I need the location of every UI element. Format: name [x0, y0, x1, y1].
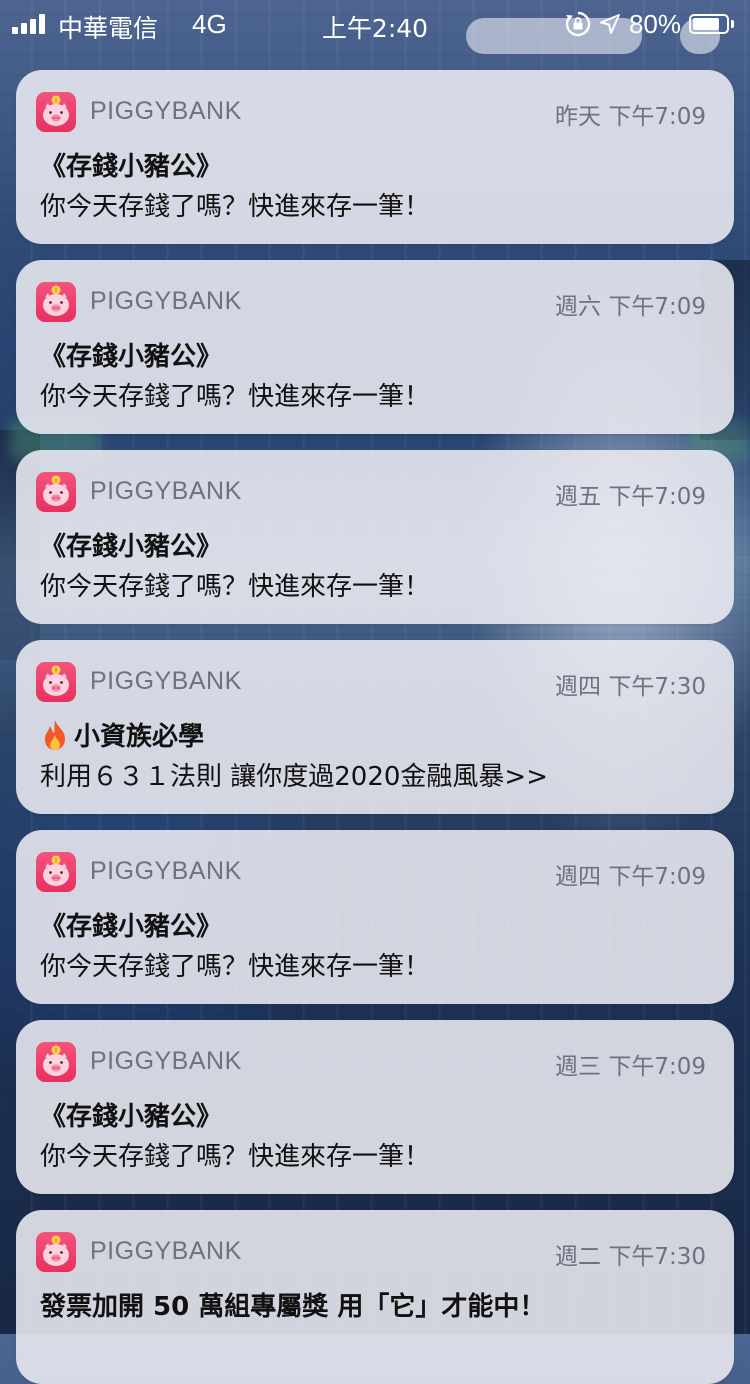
piggybank-app-icon [36, 852, 76, 892]
notification-title: 《存錢小豬公》 [40, 146, 710, 183]
notification-card[interactable]: PIGGYBANK 週四 下午7:30 小資族必學 利用６３１法則 讓你度過20… [16, 640, 734, 814]
notification-header: PIGGYBANK 週二 下午7:30 [36, 1230, 706, 1274]
piggybank-app-icon [36, 1042, 76, 1082]
notification-title-text: 《存錢小豬公》 [40, 152, 223, 182]
app-name: PIGGYBANK [90, 287, 242, 315]
rotation-lock-icon [565, 11, 591, 37]
app-name: PIGGYBANK [90, 97, 242, 125]
notification-time: 週五 下午7:09 [555, 484, 706, 510]
notification-header: PIGGYBANK 昨天 下午7:09 [36, 90, 706, 134]
app-name: PIGGYBANK [90, 477, 242, 505]
notification-title: 《存錢小豬公》 [40, 906, 710, 943]
notification-card[interactable]: PIGGYBANK 週二 下午7:30 發票加開 50 萬組專屬獎 用「它」才能… [16, 1210, 734, 1384]
fire-icon [45, 719, 65, 750]
notification-body: 你今天存錢了嗎？快進來存一筆！ [40, 382, 431, 412]
notification-body: 你今天存錢了嗎？快進來存一筆！ [40, 952, 431, 982]
notification-title: 《存錢小豬公》 [40, 336, 710, 373]
battery-icon [689, 14, 729, 34]
notification-body: 你今天存錢了嗎？快進來存一筆！ [40, 572, 431, 602]
notification-time: 週四 下午7:09 [555, 864, 706, 890]
notification-title-text: 《存錢小豬公》 [40, 342, 223, 372]
app-name: PIGGYBANK [90, 667, 242, 695]
notification-title-text: 小資族必學 [74, 722, 205, 752]
notification-header: PIGGYBANK 週五 下午7:09 [36, 470, 706, 514]
notification-title: 《存錢小豬公》 [40, 1096, 710, 1133]
app-name: PIGGYBANK [90, 1047, 242, 1075]
piggybank-app-icon [36, 282, 76, 322]
battery-level [693, 18, 719, 30]
notification-title: 小資族必學 [40, 716, 710, 753]
app-name: PIGGYBANK [90, 1237, 242, 1265]
notification-title-text: 《存錢小豬公》 [40, 912, 223, 942]
notification-time: 週六 下午7:09 [555, 294, 706, 320]
notification-time: 昨天 下午7:09 [555, 104, 706, 130]
notification-card[interactable]: PIGGYBANK 週五 下午7:09 《存錢小豬公》 你今天存錢了嗎？快進來存… [16, 450, 734, 624]
notification-title-text: 《存錢小豬公》 [40, 532, 223, 562]
notification-title: 發票加開 50 萬組專屬獎 用「它」才能中！ [40, 1286, 710, 1323]
notification-header: PIGGYBANK 週四 下午7:09 [36, 850, 706, 894]
location-arrow-icon [599, 14, 620, 34]
notification-title-text: 發票加開 50 萬組專屬獎 用「它」才能中！ [40, 1292, 546, 1322]
notification-body: 利用６３１法則 讓你度過2020金融風暴>> [40, 762, 549, 792]
notification-body: 你今天存錢了嗎？快進來存一筆！ [40, 192, 431, 222]
status-bar: 中華電信 4G 上午2:40 80% [0, 0, 750, 48]
app-name: PIGGYBANK [90, 857, 242, 885]
notification-card[interactable]: PIGGYBANK 週三 下午7:09 《存錢小豬公》 你今天存錢了嗎？快進來存… [16, 1020, 734, 1194]
notification-card[interactable]: PIGGYBANK 週四 下午7:09 《存錢小豬公》 你今天存錢了嗎？快進來存… [16, 830, 734, 1004]
piggybank-app-icon [36, 1232, 76, 1272]
battery-cap [731, 20, 734, 28]
notification-title-text: 《存錢小豬公》 [40, 1102, 223, 1132]
notification-time: 週三 下午7:09 [555, 1054, 706, 1080]
notification-header: PIGGYBANK 週四 下午7:30 [36, 660, 706, 704]
battery-percent: 80% [628, 8, 681, 39]
notification-body: 你今天存錢了嗎？快進來存一筆！ [40, 1142, 431, 1172]
notification-title: 《存錢小豬公》 [40, 526, 710, 563]
notification-card[interactable]: PIGGYBANK 週六 下午7:09 《存錢小豬公》 你今天存錢了嗎？快進來存… [16, 260, 734, 434]
piggybank-app-icon [36, 662, 76, 702]
notification-header: PIGGYBANK 週三 下午7:09 [36, 1040, 706, 1084]
notification-header: PIGGYBANK 週六 下午7:09 [36, 280, 706, 324]
notification-time: 週四 下午7:30 [555, 674, 706, 700]
status-icons: 80% [565, 7, 734, 41]
piggybank-app-icon [36, 472, 76, 512]
piggybank-app-icon [36, 92, 76, 132]
notification-card[interactable]: PIGGYBANK 昨天 下午7:09 《存錢小豬公》 你今天存錢了嗎？快進來存… [16, 70, 734, 244]
notification-time: 週二 下午7:30 [555, 1244, 706, 1270]
